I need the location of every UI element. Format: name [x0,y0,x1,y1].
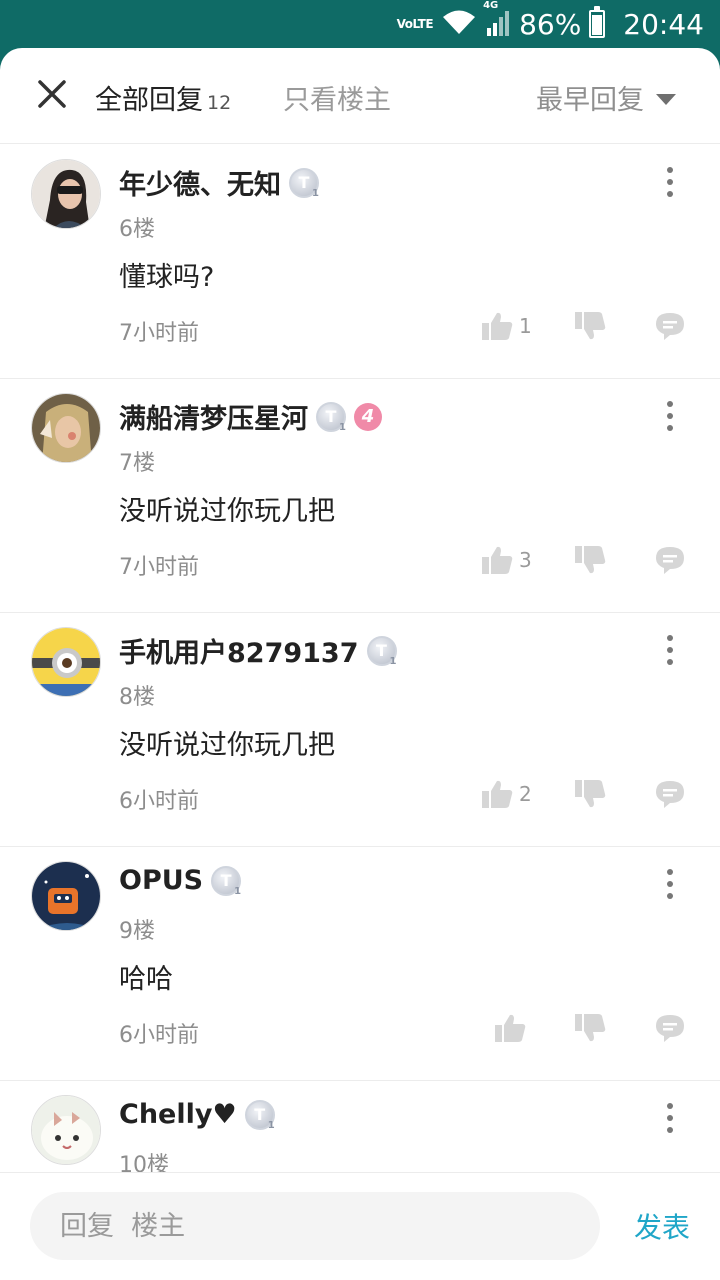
badge-letter: T [220,871,232,890]
username-text: 满船清梦压星河 [119,404,308,435]
comment-item: 满船清梦压星河 T 4 7楼 没听说过你玩几把 7小时前 3 [0,379,720,613]
badge-letter: T [298,173,310,192]
more-options-icon[interactable] [664,867,676,901]
thumbs-up-icon [482,546,513,574]
badge-letter: T [325,407,337,426]
comment-list[interactable]: 年少德、无知 T 6楼 懂球吗? 7小时前 1 [0,145,720,1172]
reply-button[interactable] [654,545,686,579]
dislike-button[interactable] [574,311,606,345]
tab-all-label: 全部回复 [95,85,203,116]
comment-actions: 2 [0,779,720,815]
comment-item: 年少德、无知 T 6楼 懂球吗? 7小时前 1 [0,145,720,379]
title-badge-icon: T [316,401,346,433]
comment-text: 没听说过你玩几把 [119,496,335,527]
dislike-button[interactable] [574,1013,606,1047]
title-badge-icon: T [366,635,397,667]
more-options-icon[interactable] [664,633,676,667]
comment-text: 哈哈 [119,964,173,995]
more-options-icon[interactable] [664,165,676,199]
title-badge-icon: T [211,865,242,897]
title-badge-icon: T [244,1099,275,1131]
cellular-signal-icon: 4G [483,0,511,40]
username-text: 手机用户8279137 [119,638,359,669]
tab-owner-only[interactable]: 只看楼主 [283,78,391,117]
level-badge: 4 [354,402,382,431]
floor-number: 9楼 [119,919,155,944]
username[interactable]: 手机用户8279137 T [119,631,397,670]
comment-item: Chelly♥ T 10楼 [0,1081,720,1172]
comment-bubble-icon [656,1015,684,1042]
thumbs-down-icon [575,546,606,574]
like-button[interactable]: 3 [481,545,532,575]
avatar[interactable] [31,627,101,697]
sort-dropdown[interactable]: 最早回复 [536,78,676,117]
like-button[interactable]: 2 [481,779,532,809]
comment-item: OPUS T 9楼 哈哈 6小时前 [0,847,720,1081]
thumbs-down-icon [575,780,606,808]
battery-icon [589,6,606,38]
username[interactable]: Chelly♥ T [119,1099,275,1131]
username[interactable]: OPUS T [119,865,242,897]
comment-actions [0,1013,720,1049]
avatar[interactable] [31,861,101,931]
reply-button[interactable] [654,1013,686,1047]
comment-text: 没听说过你玩几把 [119,730,335,761]
more-options-icon[interactable] [664,1101,676,1135]
thumbs-up-icon [495,1014,526,1042]
thumbs-down-icon [575,312,606,340]
badge-letter: T [376,641,387,660]
thumbs-down-icon [575,1014,606,1042]
comment-text: 懂球吗? [119,262,215,293]
thumbs-up-icon [482,780,513,808]
thumbs-up-icon [482,312,513,340]
dislike-button[interactable] [574,545,606,579]
comment-actions: 3 [0,545,720,581]
username[interactable]: 满船清梦压星河 T 4 [119,397,382,436]
floor-number: 10楼 [119,1153,169,1172]
like-count: 2 [519,782,532,806]
comment-bubble-icon [656,781,684,808]
like-button[interactable]: 1 [481,311,532,341]
comment-item: 手机用户8279137 T 8楼 没听说过你玩几把 6小时前 2 [0,613,720,847]
floor-number: 7楼 [119,451,155,476]
username-text: Chelly♥ [119,1099,237,1130]
floor-number: 8楼 [119,685,155,710]
more-options-icon[interactable] [664,399,676,433]
reply-bar: 发表 [0,1172,720,1280]
comment-bubble-icon [656,313,684,340]
reply-button[interactable] [654,779,686,813]
signal-type-label: 4G [483,0,499,11]
wifi-icon [441,8,477,40]
close-icon[interactable] [34,76,70,112]
battery-percentage: 86% [519,7,582,41]
status-icons: VoLTE 4G 86% 20:44 [397,0,704,48]
post-button[interactable]: 发表 [634,1206,690,1246]
reply-count: 12 [207,92,232,114]
like-button[interactable] [494,1013,526,1043]
clock: 20:44 [623,7,704,41]
title-badge-icon: T [289,167,319,199]
tab-all-replies[interactable]: 全部回复 12 [95,78,231,117]
avatar[interactable] [31,393,101,463]
replies-header: 全部回复 12 只看楼主 最早回复 [0,48,720,144]
volte-indicator: VoLTE [396,17,434,31]
caret-down-icon [656,93,676,105]
status-bar: VoLTE 4G 86% 20:44 [0,0,720,48]
username-text: 年少德、无知 [119,170,281,201]
like-count: 1 [519,314,532,338]
sort-label: 最早回复 [536,85,644,116]
comment-bubble-icon [656,547,684,574]
badge-letter: T [254,1105,266,1124]
dislike-button[interactable] [574,779,606,813]
username-text: OPUS [119,865,204,896]
replies-sheet: 全部回复12 只看楼主 最早回复 年少德、无知 T 6 [0,48,720,1280]
avatar[interactable] [31,159,101,229]
reply-button[interactable] [654,311,686,345]
avatar[interactable] [31,1095,101,1165]
comment-actions: 1 [0,311,720,347]
like-count: 3 [519,548,532,572]
floor-number: 6楼 [119,217,155,242]
username[interactable]: 年少德、无知 T [119,163,319,202]
reply-input[interactable] [30,1192,600,1260]
